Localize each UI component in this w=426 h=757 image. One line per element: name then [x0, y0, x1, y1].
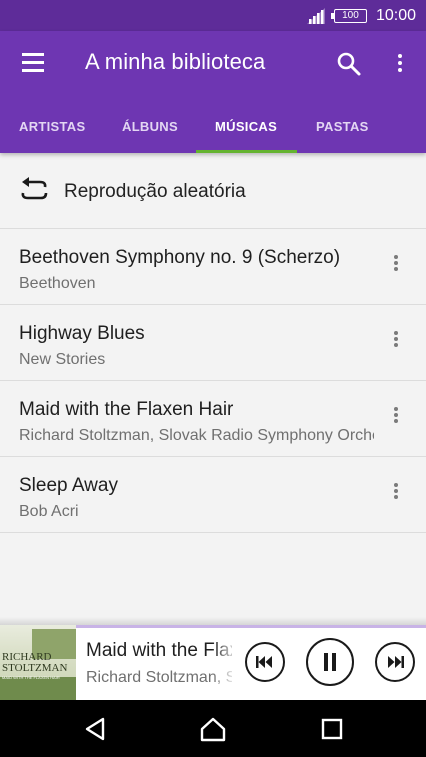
now-playing-bar[interactable]: RICHARD STOLTZMAN MAID WITH THE FLAXEN HA…	[0, 625, 426, 700]
now-playing-title: Maid with the Flaxen Hair	[86, 640, 232, 661]
song-title: Beethoven Symphony no. 9 (Scherzo)	[19, 247, 341, 268]
shuffle-icon	[21, 177, 48, 200]
song-row[interactable]: Highway Blues New Stories	[0, 305, 426, 381]
now-playing-artist: Richard Stoltzman, Slovak Radio Symphony…	[86, 669, 232, 686]
song-row[interactable]: Maid with the Flaxen Hair Richard Stoltz…	[0, 381, 426, 457]
song-artist: Bob Acri	[19, 503, 79, 520]
tab-pastas[interactable]: PASTAS	[316, 111, 369, 153]
tab-artistas[interactable]: ARTISTAS	[19, 111, 85, 153]
home-icon[interactable]	[200, 716, 226, 742]
more-vert-icon[interactable]	[388, 481, 404, 507]
menu-icon[interactable]	[22, 53, 46, 73]
player-shadow	[0, 617, 426, 625]
song-title: Sleep Away	[19, 475, 118, 496]
pause-icon	[324, 653, 336, 671]
back-icon[interactable]	[83, 716, 109, 742]
more-vert-icon[interactable]	[388, 253, 404, 279]
album-art[interactable]: RICHARD STOLTZMAN MAID WITH THE FLAXEN HA…	[0, 625, 76, 700]
recents-icon[interactable]	[319, 716, 345, 742]
app-bar: A minha biblioteca ARTISTAS ÁLBUNS MÚSIC…	[0, 31, 426, 153]
shuffle-all-button[interactable]: Reprodução aleatória	[0, 153, 426, 229]
pause-button[interactable]	[306, 638, 354, 686]
previous-icon	[256, 656, 272, 668]
battery-level: 100	[342, 9, 359, 21]
song-title: Maid with the Flaxen Hair	[19, 399, 234, 420]
song-artist: Beethoven	[19, 275, 96, 292]
status-bar: 100 10:00	[0, 0, 426, 31]
clock: 10:00	[375, 6, 416, 24]
system-nav-bar	[0, 700, 426, 757]
signal-icon	[306, 7, 325, 24]
next-icon	[388, 656, 404, 668]
more-vert-icon[interactable]	[388, 329, 404, 355]
more-vert-icon[interactable]	[388, 405, 404, 431]
song-artist: Richard Stoltzman, Slovak Radio Symphony…	[19, 427, 374, 444]
song-row[interactable]: Sleep Away Bob Acri	[0, 457, 426, 533]
album-art-text: RICHARD STOLTZMAN	[2, 651, 68, 674]
more-vert-icon[interactable]	[392, 51, 408, 77]
battery-icon: 100	[330, 8, 367, 23]
tab-bar: ARTISTAS ÁLBUNS MÚSICAS PASTAS	[0, 111, 426, 153]
search-icon[interactable]	[336, 51, 362, 77]
page-title: A minha biblioteca	[85, 49, 266, 74]
previous-button[interactable]	[245, 642, 285, 682]
next-button[interactable]	[375, 642, 415, 682]
album-art-subtext: MAID WITH THE FLAXEN HAIR	[2, 675, 60, 680]
song-row[interactable]: Beethoven Symphony no. 9 (Scherzo) Beeth…	[0, 229, 426, 305]
song-artist: New Stories	[19, 351, 106, 368]
tab-albuns[interactable]: ÁLBUNS	[122, 111, 178, 153]
shuffle-label: Reprodução aleatória	[64, 181, 246, 202]
status-icons: 100 10:00	[306, 0, 416, 31]
tab-musicas[interactable]: MÚSICAS	[215, 111, 277, 153]
song-title: Highway Blues	[19, 323, 145, 344]
